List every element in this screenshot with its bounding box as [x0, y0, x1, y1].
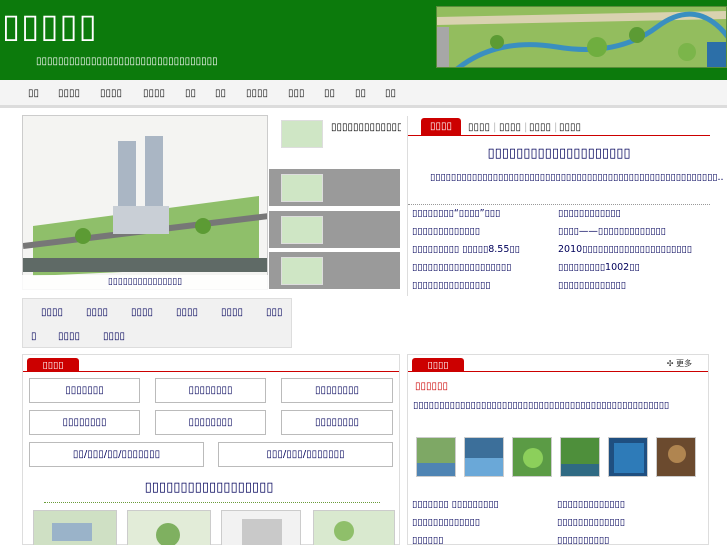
thumb-image — [281, 174, 323, 202]
header-banner-image — [436, 6, 727, 68]
category-link[interactable]: ▯▯▯ — [266, 307, 283, 318]
news-summary: ▯▯▯▯▯▯▯▯▯▯▯▯▯▯▯▯▯▯▯▯▯▯▯▯▯▯▯▯▯▯▯▯▯▯▯▯▯▯▯▯… — [430, 172, 724, 183]
nav-item-2[interactable]: ▯▯▯▯ — [58, 88, 80, 99]
tab-separator: | — [554, 122, 558, 133]
gallery-image[interactable] — [313, 510, 395, 545]
news-link[interactable]: ▯▯▯▯▯▯▯▯▯▯▯▯ — [558, 208, 706, 219]
nav-item-10[interactable]: ▯▯ — [355, 88, 366, 99]
category-link[interactable]: ▯▯▯▯ — [86, 307, 108, 318]
tab-news-3[interactable]: ▯▯▯▯ — [499, 122, 521, 133]
service-button[interactable]: ▯▯▯▯▯▯▯▯ — [155, 378, 266, 403]
about-link[interactable]: ▯▯▯▯▯▯ — [412, 535, 550, 545]
gallery-title[interactable]: ▯▯▯▯▯▯▯▯▯▯▯▯▯▯▯▯▯▯ — [26, 480, 392, 495]
divider — [408, 204, 710, 205]
news-link[interactable]: ▯▯▯▯▯▯▯▯▯ ▯▯▯▯▯8.55▯▯ — [412, 244, 550, 255]
category-link[interactable]: ▯▯▯▯ — [103, 331, 125, 342]
more-icon: ✣ — [666, 359, 676, 368]
site-slogan: ▯▯▯▯▯▯▯▯▯▯▯▯▯▯▯▯▯▯▯▯▯▯▯▯▯▯▯▯▯▯▯▯▯ — [36, 56, 218, 67]
service-wide-button[interactable]: ▯▯/▯▯▯/▯▯/▯▯▯▯▯▯▯ — [29, 442, 204, 467]
category-link[interactable]: ▯▯▯▯ — [221, 307, 243, 318]
news-link[interactable]: ▯▯▯▯▯▯▯▯▯1002▯▯ — [558, 262, 706, 273]
news-headline[interactable]: ▯▯▯▯▯▯▯▯▯▯▯▯▯▯▯▯▯▯▯▯ — [408, 146, 710, 161]
project-photo[interactable] — [608, 437, 648, 477]
thumb-text: ▯▯▯▯▯▯▯▯▯▯▯▯▯▯▯▯ — [331, 122, 401, 133]
service-button[interactable]: ▯▯▯▯▯▯▯▯ — [281, 410, 393, 435]
nav-item-9[interactable]: ▯▯ — [324, 88, 335, 99]
slider-thumb-3[interactable] — [269, 211, 400, 249]
tab-news-2[interactable]: ▯▯▯▯ — [468, 122, 490, 133]
about-title[interactable]: ▯▯▯▯▯▯ — [415, 381, 448, 392]
nav-item-4[interactable]: ▯▯▯▯ — [143, 88, 165, 99]
nav-item-6[interactable]: ▯▯ — [215, 88, 226, 99]
gallery-image[interactable] — [127, 510, 211, 545]
nav-item-home[interactable]: ▯▯ — [28, 88, 39, 99]
news-tabbar: ▯▯▯▯ ▯▯▯▯ | ▯▯▯▯ | ▯▯▯▯ | ▯▯▯▯ — [408, 116, 710, 136]
news-link[interactable]: ▯▯▯▯▯▯▯▯“▯▯▯▯”▯▯▯ — [412, 208, 550, 219]
thumb-image — [281, 216, 323, 244]
project-photo[interactable] — [560, 437, 600, 477]
site-header: ▯▯▯▯▯ ▯▯▯▯▯▯▯▯▯▯▯▯▯▯▯▯▯▯▯▯▯▯▯▯▯▯▯▯▯▯▯▯▯ — [0, 0, 727, 80]
tab-separator: | — [524, 122, 528, 133]
category-link[interactable]: ▯▯▯▯ — [131, 307, 153, 318]
category-box: ▯▯▯▯ ▯▯▯▯ ▯▯▯▯ ▯▯▯▯ ▯▯▯▯ ▯▯▯ ▯ ▯▯▯▯ ▯▯▯▯ — [22, 298, 292, 348]
about-intro: ▯▯▯▯▯▯▯▯▯▯▯▯▯▯▯▯▯▯▯▯▯▯▯▯▯▯▯▯▯▯▯▯▯▯▯▯▯▯▯▯… — [413, 400, 670, 411]
nav-item-8[interactable]: ▯▯▯ — [288, 88, 305, 99]
slider-caption[interactable]: ▯▯▯▯▯▯▯▯▯▯▯▯▯▯▯ — [22, 275, 268, 291]
about-link[interactable]: ▯▯▯▯▯▯▯▯▯▯▯▯▯ — [412, 517, 550, 528]
nav-item-3[interactable]: ▯▯▯▯ — [100, 88, 122, 99]
about-link[interactable]: ▯▯▯▯▯▯▯▯▯▯▯▯▯ — [557, 499, 702, 510]
more-label: 更多 — [676, 359, 692, 368]
divider — [44, 502, 380, 503]
gallery-image[interactable] — [221, 510, 301, 545]
news-link[interactable]: 2010▯▯▯▯▯▯▯▯▯▯▯▯▯▯▯▯▯▯▯▯▯ — [558, 244, 706, 255]
slider-main-image[interactable] — [22, 115, 268, 290]
slider-thumb-4[interactable] — [269, 252, 400, 290]
category-link[interactable]: ▯ — [31, 331, 37, 342]
project-photo[interactable] — [416, 437, 456, 477]
nav-item-7[interactable]: ▯▯▯▯ — [246, 88, 268, 99]
tab-news-5[interactable]: ▯▯▯▯ — [559, 122, 581, 133]
main-nav: ▯▯ ▯▯▯▯ ▯▯▯▯ ▯▯▯▯ ▯▯ ▯▯ ▯▯▯▯ ▯▯▯ ▯▯ ▯▯ ▯… — [0, 80, 727, 108]
news-link[interactable]: ▯▯▯▯▯▯▯▯▯▯▯▯▯▯▯▯▯▯▯ — [412, 262, 550, 273]
about-link[interactable]: ▯▯▯▯▯▯▯ ▯▯▯▯▯▯▯▯▯ — [412, 499, 550, 510]
thumb-image — [281, 120, 323, 148]
slider-thumb-1[interactable]: ▯▯▯▯▯▯▯▯▯▯▯▯▯▯▯▯ — [269, 115, 401, 153]
news-panel: ▯▯▯▯ ▯▯▯▯ | ▯▯▯▯ | ▯▯▯▯ | ▯▯▯▯ ▯▯▯▯▯▯▯▯▯… — [407, 116, 724, 296]
tab-news-active[interactable]: ▯▯▯▯ — [421, 118, 461, 136]
about-tab[interactable]: ▯▯▯▯ — [412, 358, 464, 372]
slider-thumbs: ▯▯▯▯▯▯▯▯▯▯▯▯▯▯▯▯ — [269, 115, 401, 291]
tab-separator: | — [493, 122, 497, 133]
service-button[interactable]: ▯▯▯▯▯▯▯▯ — [29, 410, 140, 435]
category-link[interactable]: ▯▯▯▯ — [58, 331, 80, 342]
about-link[interactable]: ▯▯▯▯▯▯▯▯▯▯ — [557, 535, 702, 545]
gallery-image[interactable] — [33, 510, 117, 545]
nav-item-11[interactable]: ▯▯ — [385, 88, 396, 99]
more-link[interactable]: ✣ 更多 — [667, 358, 692, 369]
services-panel-header: ▯▯▯▯ — [23, 355, 399, 372]
category-link[interactable]: ▯▯▯▯ — [41, 307, 63, 318]
category-link[interactable]: ▯▯▯▯ — [176, 307, 198, 318]
featured-slider: ▯▯▯▯▯▯▯▯▯▯▯▯▯▯▯ ▯▯▯▯▯▯▯▯▯▯▯▯▯▯▯▯ — [22, 115, 401, 291]
nav-item-5[interactable]: ▯▯ — [185, 88, 196, 99]
service-button[interactable]: ▯▯▯▯▯▯▯▯ — [155, 410, 266, 435]
news-link[interactable]: ▯▯▯▯——▯▯▯▯▯▯▯▯▯▯▯▯▯ — [558, 226, 706, 237]
news-link[interactable]: ▯▯▯▯▯▯▯▯▯▯▯▯▯▯▯ — [412, 280, 550, 291]
service-wide-button[interactable]: ▯▯▯/▯▯▯/▯▯▯▯▯▯▯ — [218, 442, 393, 467]
about-link[interactable]: ▯▯▯▯▯▯▯▯▯▯▯▯▯ — [557, 517, 702, 528]
service-button[interactable]: ▯▯▯▯▯▯▯▯ — [281, 378, 393, 403]
news-link[interactable]: ▯▯▯▯▯▯▯▯▯▯▯▯▯ — [412, 226, 550, 237]
news-link[interactable]: ▯▯▯▯▯▯▯▯▯▯▯▯▯ — [558, 280, 706, 291]
services-tab[interactable]: ▯▯▯▯ — [27, 358, 79, 372]
thumb-image — [281, 257, 323, 285]
service-button[interactable]: ▯▯▯▯▯▯▯ — [29, 378, 140, 403]
project-photo[interactable] — [464, 437, 504, 477]
tab-news-4[interactable]: ▯▯▯▯ — [529, 122, 551, 133]
project-photo[interactable] — [512, 437, 552, 477]
project-photo[interactable] — [656, 437, 696, 477]
slider-thumb-2[interactable] — [269, 169, 400, 207]
about-panel-header: ▯▯▯▯ ✣ 更多 — [408, 355, 708, 372]
site-title[interactable]: ▯▯▯▯▯ — [2, 6, 98, 45]
